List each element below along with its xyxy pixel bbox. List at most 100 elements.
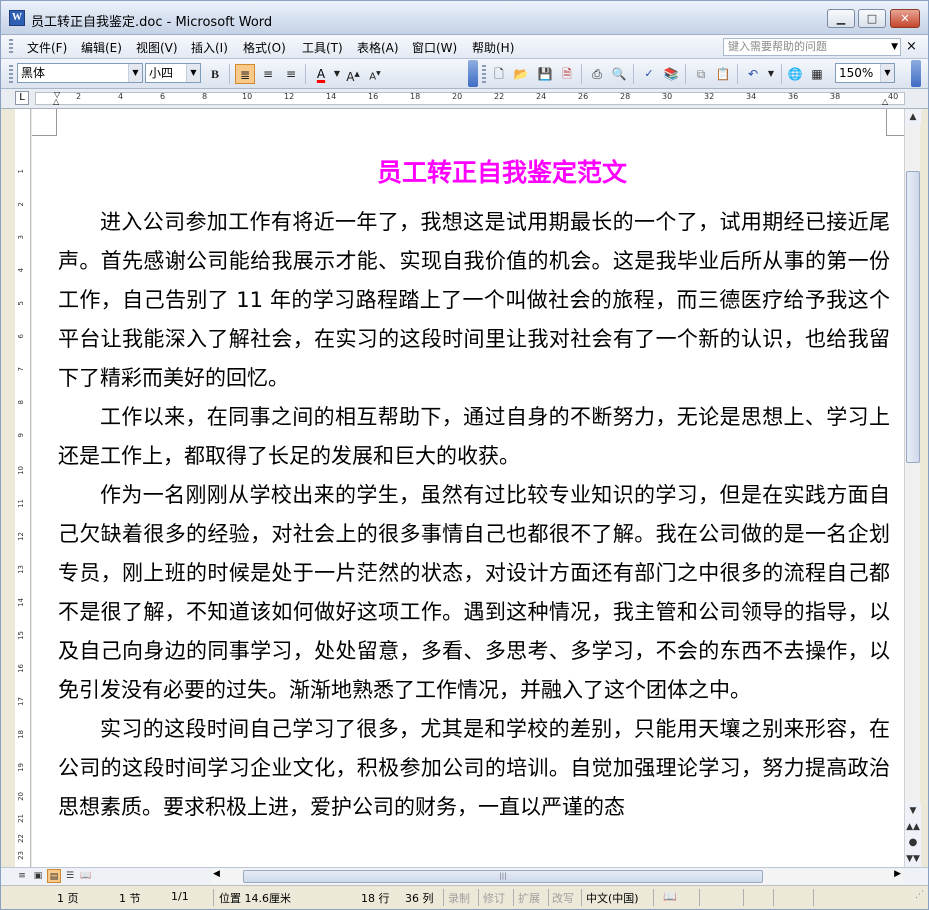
tab-selector-icon[interactable]: L bbox=[15, 91, 29, 105]
paste-icon[interactable]: 📋 bbox=[713, 64, 733, 84]
document-close-button[interactable]: × bbox=[906, 39, 917, 54]
new-document-icon[interactable]: 🗋 bbox=[489, 64, 509, 84]
resize-grip-icon[interactable]: ⋰ bbox=[915, 890, 924, 900]
status-overtype[interactable]: 改写 bbox=[552, 890, 574, 906]
permission-icon[interactable]: 🗎 bbox=[557, 64, 577, 84]
web-layout-view-icon[interactable]: ▣ bbox=[31, 869, 45, 883]
menu-view[interactable]: 视图(V) bbox=[134, 39, 180, 56]
status-language[interactable]: 中文(中国) bbox=[586, 890, 639, 906]
minimize-button[interactable]: ▁ bbox=[827, 9, 855, 28]
undo-icon[interactable]: ↶ bbox=[743, 64, 763, 84]
paragraph[interactable]: 进入公司参加工作有将近一年了，我想这是试用期最长的一个了，试用期经已接近尾声。首… bbox=[58, 203, 890, 398]
menu-help[interactable]: 帮助(H) bbox=[470, 39, 516, 56]
vertical-scroll-thumb[interactable] bbox=[906, 171, 920, 463]
vruler-number: 20 bbox=[17, 792, 25, 801]
status-record[interactable]: 录制 bbox=[448, 890, 470, 906]
print-preview-icon[interactable]: 🔍 bbox=[609, 64, 629, 84]
close-button[interactable]: ✕ bbox=[890, 9, 920, 28]
select-browse-object-icon[interactable]: ● bbox=[905, 835, 921, 851]
left-indent-marker-icon[interactable]: △ bbox=[53, 97, 59, 106]
zoom-value: 150% bbox=[839, 66, 874, 80]
bold-button[interactable]: B bbox=[205, 64, 225, 84]
scroll-down-icon[interactable]: ▼ bbox=[905, 803, 921, 819]
print-icon[interactable]: ⎙ bbox=[587, 64, 607, 84]
font-name-combo[interactable]: 黑体 ▼ bbox=[17, 63, 143, 83]
grow-font-icon[interactable]: A▲ bbox=[343, 64, 363, 84]
font-size-combo[interactable]: 小四 ▼ bbox=[145, 63, 201, 83]
status-column: 36 列 bbox=[405, 892, 434, 905]
chevron-down-icon[interactable]: ▼ bbox=[128, 64, 142, 82]
paragraph[interactable]: 实习的这段时间自己学习了很多，尤其是和学校的差别，只能用天壤之别来形容，在公司的… bbox=[58, 710, 890, 827]
status-separator bbox=[513, 889, 514, 906]
horizontal-scrollbar[interactable]: ◀ ||| ▶ bbox=[211, 869, 903, 884]
chevron-down-icon[interactable]: ▼ bbox=[186, 64, 200, 82]
toolbar-separator bbox=[581, 64, 582, 84]
status-separator bbox=[773, 889, 774, 906]
scroll-right-icon[interactable]: ▶ bbox=[894, 869, 901, 879]
research-icon[interactable]: 📚 bbox=[661, 64, 681, 84]
status-pages: 1/1 bbox=[171, 890, 189, 903]
menubar-grip-icon[interactable] bbox=[9, 39, 13, 55]
ruler-number: 24 bbox=[536, 92, 547, 101]
title-bar[interactable]: W 员工转正自我鉴定.doc - Microsoft Word ▁ □ ✕ bbox=[1, 1, 928, 35]
menu-edit[interactable]: 编辑(E) bbox=[79, 39, 124, 56]
toolbar-grip-icon[interactable] bbox=[482, 65, 486, 83]
normal-view-icon[interactable]: ≡ bbox=[15, 869, 29, 883]
toolbar-separator bbox=[781, 64, 782, 84]
vruler-number: 8 bbox=[17, 400, 25, 405]
print-layout-view-icon[interactable]: ▤ bbox=[47, 869, 61, 883]
zoom-combo[interactable]: 150% ▼ bbox=[835, 63, 895, 83]
chevron-down-icon[interactable]: ▼ bbox=[761, 64, 781, 84]
align-center-icon[interactable]: ≡ bbox=[258, 64, 278, 84]
copy-icon[interactable]: ⧉ bbox=[691, 64, 711, 84]
save-icon[interactable]: 💾 bbox=[535, 64, 555, 84]
align-right-icon[interactable]: ≡ bbox=[281, 64, 301, 84]
status-track-changes[interactable]: 修订 bbox=[483, 890, 505, 906]
reading-layout-view-icon[interactable]: 📖 bbox=[79, 869, 93, 883]
menu-window[interactable]: 窗口(W) bbox=[410, 39, 459, 56]
margin-corner-mark bbox=[886, 109, 887, 135]
ruler-number: 4 bbox=[118, 92, 124, 101]
spelling-icon[interactable]: ✓ bbox=[639, 64, 659, 84]
document-title[interactable]: 员工转正自我鉴定范文 bbox=[32, 153, 904, 189]
right-indent-marker-icon[interactable]: △ bbox=[882, 97, 888, 106]
hyperlink-icon[interactable]: 🌐 bbox=[785, 64, 805, 84]
ruler-number: 38 bbox=[830, 92, 841, 101]
chevron-down-icon[interactable]: ▼ bbox=[891, 39, 898, 55]
paragraph[interactable]: 工作以来，在同事之间的相互帮助下，通过自身的不断努力，无论是思想上、学习上还是工… bbox=[58, 398, 890, 476]
horizontal-scroll-thumb[interactable]: ||| bbox=[243, 870, 763, 883]
toolbar-overflow-icon[interactable] bbox=[911, 60, 921, 87]
open-folder-icon[interactable]: 📂 bbox=[511, 64, 531, 84]
previous-page-icon[interactable]: ▲▲ bbox=[905, 819, 921, 835]
vertical-ruler[interactable]: 1 2 3 4 5 6 7 8 9 10 11 12 13 14 15 16 1… bbox=[15, 109, 31, 867]
document-body[interactable]: 进入公司参加工作有将近一年了，我想这是试用期最长的一个了，试用期经已接近尾声。首… bbox=[58, 203, 890, 827]
menu-file[interactable]: 文件(F) bbox=[25, 39, 69, 56]
margin-corner-mark bbox=[886, 135, 904, 136]
maximize-button[interactable]: □ bbox=[858, 9, 886, 28]
chevron-down-icon[interactable]: ▼ bbox=[880, 64, 894, 82]
word-doc-icon[interactable]: W bbox=[9, 10, 25, 26]
align-justify-icon[interactable]: ≣ bbox=[235, 64, 255, 84]
ruler-scale[interactable]: 2 4 6 8 10 12 14 16 18 20 22 24 26 28 30… bbox=[35, 90, 905, 106]
outline-view-icon[interactable]: ☰ bbox=[63, 869, 77, 883]
toolbar-overflow-icon[interactable] bbox=[468, 60, 478, 87]
table-icon[interactable]: ▦ bbox=[807, 64, 827, 84]
document-page[interactable]: 员工转正自我鉴定范文 进入公司参加工作有将近一年了，我想这是试用期最长的一个了，… bbox=[32, 109, 904, 867]
scroll-left-icon[interactable]: ◀ bbox=[213, 869, 220, 879]
horizontal-ruler[interactable]: L 2 4 6 8 10 12 14 16 18 20 22 24 26 28 … bbox=[1, 89, 928, 109]
scroll-up-icon[interactable]: ▲ bbox=[905, 109, 921, 125]
toolbar-grip-icon[interactable] bbox=[9, 65, 13, 83]
toolbar-separator bbox=[229, 64, 230, 84]
menu-tools[interactable]: 工具(T) bbox=[300, 39, 345, 56]
status-separator bbox=[478, 889, 479, 906]
menu-table[interactable]: 表格(A) bbox=[355, 39, 401, 56]
next-page-icon[interactable]: ▼▼ bbox=[905, 851, 921, 867]
shrink-font-icon[interactable]: A▼ bbox=[365, 64, 385, 84]
help-search-input[interactable]: 键入需要帮助的问题 ▼ bbox=[723, 38, 901, 56]
paragraph[interactable]: 作为一名刚刚从学校出来的学生，虽然有过比较专业知识的学习，但是在实践方面自己欠缺… bbox=[58, 476, 890, 710]
menu-insert[interactable]: 插入(I) bbox=[189, 39, 230, 56]
menu-format[interactable]: 格式(O) bbox=[241, 39, 288, 56]
status-extend[interactable]: 扩展 bbox=[518, 890, 540, 906]
vertical-scrollbar[interactable]: ▲ ▼ ▲▲ ● ▼▼ bbox=[904, 109, 921, 867]
spelling-status-icon[interactable]: 📖 bbox=[663, 890, 677, 903]
